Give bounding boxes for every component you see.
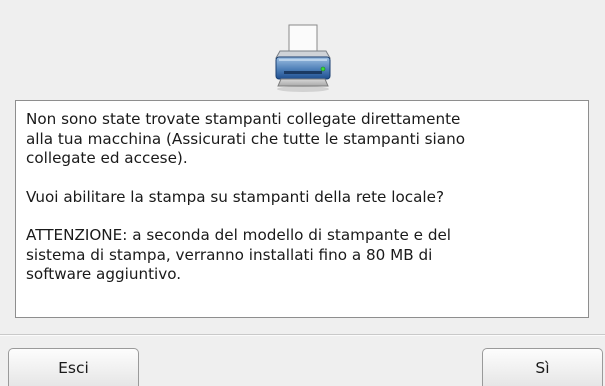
message-paragraph-question: Vuoi abilitare la stampa su stampanti de… [26, 187, 445, 206]
printer-icon [272, 24, 334, 94]
yes-button[interactable]: Sì [482, 348, 603, 386]
quit-button[interactable]: Esci [8, 348, 139, 386]
message-paragraph-no-printers: Non sono state trovate stampanti collega… [26, 110, 465, 167]
message-box: Non sono state trovate stampanti collega… [15, 100, 589, 318]
separator [0, 334, 605, 336]
message-paragraph-warning: ATTENZIONE: a seconda del modello di sta… [26, 226, 452, 283]
